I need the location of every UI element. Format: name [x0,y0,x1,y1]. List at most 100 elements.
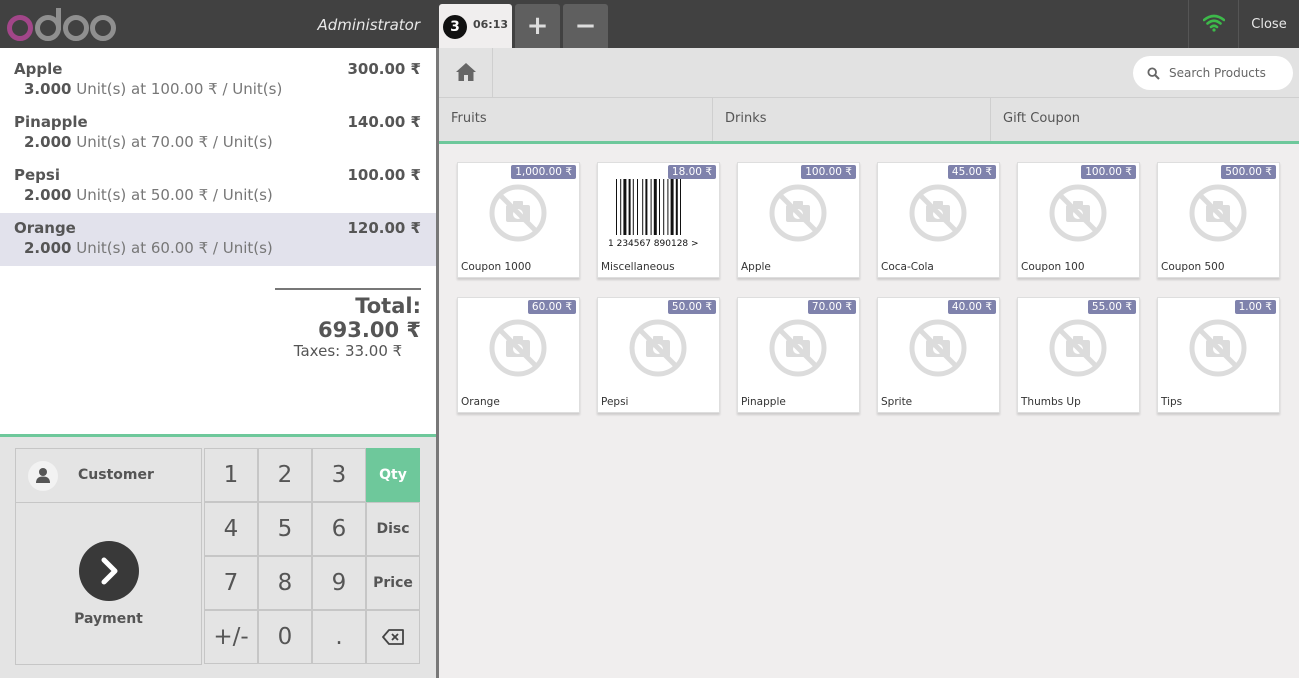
product-price-tag: 50.00 ₹ [667,300,716,314]
product-name: Coupon 100 [1021,261,1085,273]
home-button[interactable] [439,48,493,98]
numpad: 1 2 3 Qty 4 5 6 Disc 7 8 9 Price +/- 0. [204,448,420,665]
user-icon [36,468,50,483]
product-price-tag: 1.00 ₹ [1234,300,1276,314]
payment-button[interactable]: Payment [15,503,202,665]
product-name: Thumbs Up [1021,396,1081,408]
no-image-icon [769,319,827,377]
barcode-text: 1 234567 890128 > [608,239,699,249]
product-card[interactable]: 1,000.00 ₹ Coupon 1000 [457,162,580,278]
orderline[interactable]: Orange 120.00 ₹2.000 Unit(s) at 60.00 ₹ /… [0,213,436,266]
key-4[interactable]: 4 [204,502,258,556]
product-card[interactable]: 70.00 ₹ Pinapple [737,297,860,413]
product-name: Coupon 1000 [461,261,532,273]
no-image-icon [1049,184,1107,242]
category-gift-coupon[interactable]: Gift Coupon [991,98,1299,141]
key-7[interactable]: 7 [204,556,258,610]
product-name: Pinapple [741,396,786,408]
new-order-button[interactable]: + [515,4,560,48]
key-9[interactable]: 9 [312,556,366,610]
key-6[interactable]: 6 [312,502,366,556]
backspace-icon [382,629,404,645]
product-name: Pepsi [601,396,629,408]
mode-disc[interactable]: Disc [366,502,420,556]
order-summary: Total: 693.00 ₹ Taxes: 33.00 ₹ [275,288,421,360]
delete-order-button[interactable]: − [563,4,608,48]
product-price-tag: 100.00 ₹ [1081,165,1136,179]
product-screen: Fruits Drinks Gift Coupon 1,000.00 ₹ Coup… [436,48,1299,678]
orderline-price: 100.00 ₹ [347,166,421,184]
no-image-icon [1189,319,1247,377]
payment-label: Payment [74,611,143,627]
order-taxes: Taxes: 33.00 ₹ [293,342,403,360]
orderline-qty: 2.000 [24,133,72,151]
key-plus-minus[interactable]: +/- [204,610,258,664]
no-image-icon [1189,184,1247,242]
orderline-price: 300.00 ₹ [347,60,421,78]
no-image-icon [1049,319,1107,377]
orderline-list: Apple 300.00 ₹3.000 Unit(s) at 100.00 ₹ /… [0,54,436,266]
product-card[interactable]: 45.00 ₹ Coca-Cola [877,162,1000,278]
orderline[interactable]: Apple 300.00 ₹3.000 Unit(s) at 100.00 ₹ /… [0,54,436,107]
product-price-tag: 18.00 ₹ [667,165,716,179]
key-decimal[interactable]: . [312,610,366,664]
product-card[interactable]: 1 234567 890128 > 18.00 ₹ Miscellaneous [597,162,720,278]
order-total: Total: 693.00 ₹ [318,294,421,342]
product-price-tag: 1,000.00 ₹ [511,165,576,179]
connection-status[interactable] [1188,0,1238,48]
product-card[interactable]: 1.00 ₹ Tips [1157,297,1280,413]
product-card[interactable]: 100.00 ₹ Apple [737,162,860,278]
home-icon [456,63,476,81]
top-bar: Administrator 3 06:13 + − Close [0,0,1299,48]
orderline-qty: 3.000 [24,80,72,98]
key-0[interactable]: 0 [258,610,312,664]
orderline[interactable]: Pepsi 100.00 ₹2.000 Unit(s) at 50.00 ₹ / … [0,160,436,213]
mode-price[interactable]: Price [366,556,420,610]
product-card[interactable]: 55.00 ₹ Thumbs Up [1017,297,1140,413]
username: Administrator [317,16,420,34]
close-button[interactable]: Close [1238,0,1299,48]
customer-button[interactable]: Customer [15,448,202,503]
search-input[interactable] [1169,63,1287,83]
orderline-info: 2.000 Unit(s) at 70.00 ₹ / Unit(s) [24,133,422,151]
customer-label: Customer [78,467,154,483]
search-box[interactable] [1133,56,1293,90]
orderline-unit-price: Unit(s) at 100.00 ₹ / Unit(s) [71,80,283,98]
category-drinks[interactable]: Drinks [713,98,991,141]
no-image-icon [489,184,547,242]
control-pane: Customer Payment 1 2 3 Qty 4 5 6 Disc 7 8 9 Price +/… [0,434,436,678]
avatar [28,461,58,491]
product-price-tag: 55.00 ₹ [1087,300,1136,314]
breadcrumb-bar [439,48,1299,98]
backspace-button[interactable] [366,610,420,664]
key-1[interactable]: 1 [204,448,258,502]
key-5[interactable]: 5 [258,502,312,556]
product-name: Tips [1161,396,1183,408]
product-card[interactable]: 40.00 ₹ Sprite [877,297,1000,413]
product-card[interactable]: 60.00 ₹ Orange [457,297,580,413]
chevron-right-icon [79,541,139,601]
wifi-icon [1203,14,1225,32]
product-name: Sprite [881,396,913,408]
orderline-info: 2.000 Unit(s) at 50.00 ₹ / Unit(s) [24,186,422,204]
product-name: Orange [461,396,500,408]
product-price-tag: 70.00 ₹ [807,300,856,314]
no-image-icon [769,184,827,242]
orderline-unit-price: Unit(s) at 50.00 ₹ / Unit(s) [71,186,273,204]
product-card[interactable]: 100.00 ₹ Coupon 100 [1017,162,1140,278]
key-8[interactable]: 8 [258,556,312,610]
order-tab[interactable]: 3 06:13 [439,4,512,48]
category-fruits[interactable]: Fruits [439,98,713,141]
key-3[interactable]: 3 [312,448,366,502]
orderline-price: 140.00 ₹ [347,113,421,131]
orderline-info: 3.000 Unit(s) at 100.00 ₹ / Unit(s) [24,80,422,98]
orderline[interactable]: Pinapple 140.00 ₹2.000 Unit(s) at 70.00 ₹… [0,107,436,160]
product-price-tag: 45.00 ₹ [947,165,996,179]
no-image-icon [629,319,687,377]
no-image-icon [489,319,547,377]
mode-qty[interactable]: Qty [366,448,420,502]
product-price-tag: 500.00 ₹ [1221,165,1276,179]
key-2[interactable]: 2 [258,448,312,502]
product-card[interactable]: 50.00 ₹ Pepsi [597,297,720,413]
product-card[interactable]: 500.00 ₹ Coupon 500 [1157,162,1280,278]
